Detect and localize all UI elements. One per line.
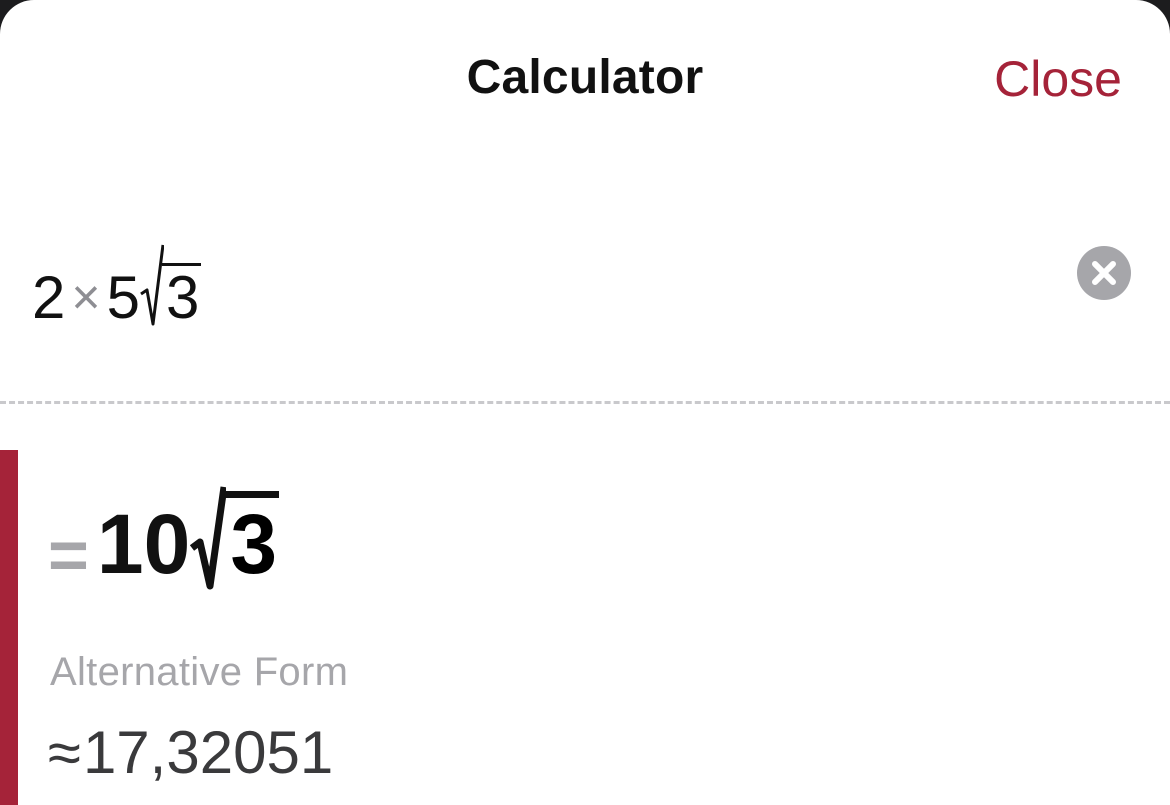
clear-x-circle-icon: [1092, 261, 1116, 285]
radical-sign-icon: [140, 244, 164, 326]
expression-token-5: 5: [106, 264, 140, 331]
result-line: = 10 3: [48, 482, 280, 594]
alternative-form-label: Alternative Form: [50, 650, 349, 694]
alternative-form-value: ≈ 17,32051: [48, 718, 333, 787]
expression-input[interactable]: 2 × 5 3: [32, 238, 202, 331]
result-radicand: 3: [224, 491, 280, 592]
times-operator: ×: [71, 269, 101, 325]
expression-token-2: 2: [32, 264, 66, 331]
radicand: 3: [161, 263, 202, 328]
decimal-value: 17,32051: [82, 719, 334, 786]
clear-button[interactable]: [1077, 246, 1131, 300]
close-button[interactable]: Close: [994, 50, 1122, 108]
result-radical-sign-icon: [190, 486, 227, 590]
equals-sign: =: [48, 516, 89, 594]
result-square-root: 3: [190, 484, 280, 592]
square-root: 3: [140, 244, 202, 328]
dashed-divider: [0, 401, 1170, 404]
result-accent-bar: [0, 450, 18, 805]
result-coefficient: 10: [96, 497, 191, 591]
approx-symbol: ≈: [48, 719, 81, 786]
calculator-sheet: Calculator Close 2 × 5 3 = 10 3 Alternat…: [0, 0, 1170, 805]
